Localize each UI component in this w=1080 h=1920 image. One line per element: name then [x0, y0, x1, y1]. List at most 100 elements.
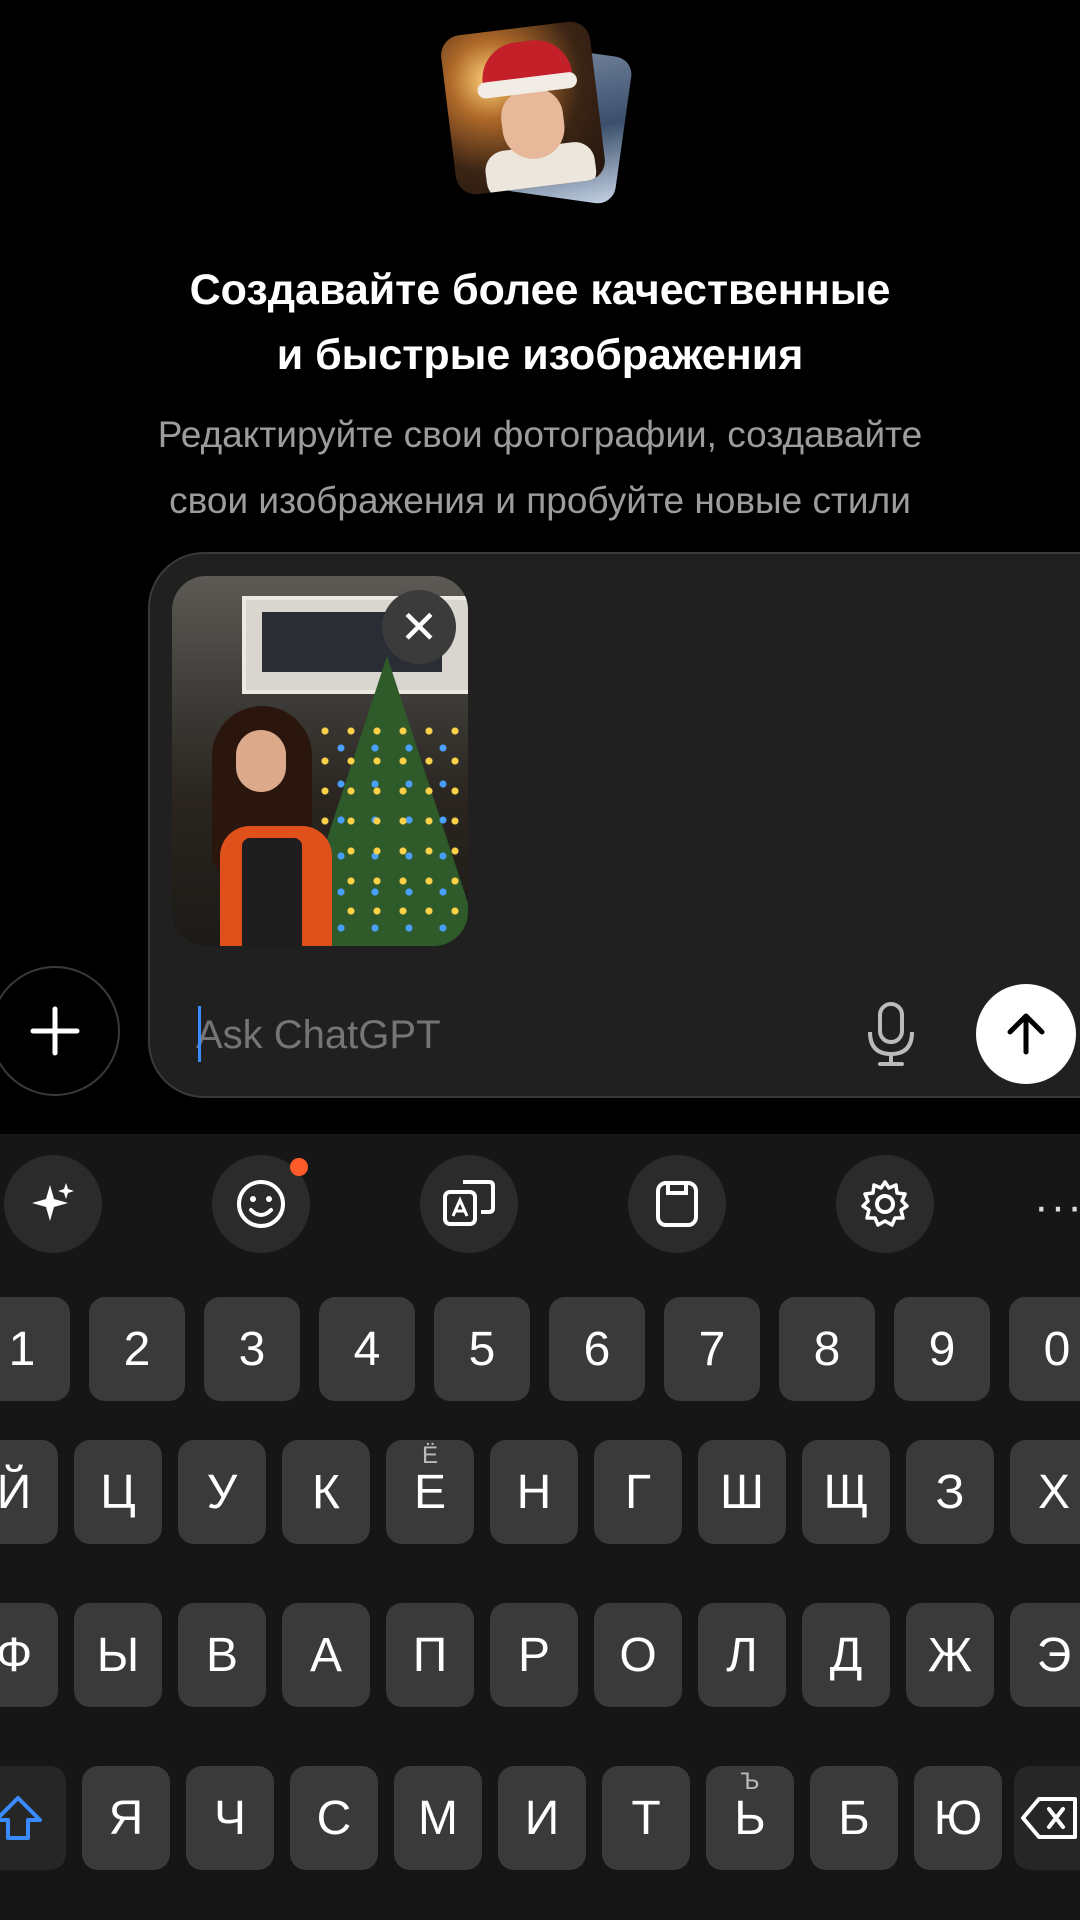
key-label: Щ	[823, 1465, 869, 1519]
key-Ж[interactable]: Ж	[906, 1603, 994, 1707]
remove-attachment-button[interactable]: ✕	[382, 590, 456, 664]
key-label: Ш	[720, 1465, 764, 1519]
key-Б[interactable]: Б	[810, 1766, 898, 1870]
key-П[interactable]: П	[386, 1603, 474, 1707]
microphone-button[interactable]	[866, 1002, 916, 1068]
key-К[interactable]: К	[282, 1440, 370, 1544]
prompt-input[interactable]	[196, 1005, 836, 1065]
plus-icon	[30, 1006, 80, 1056]
promo-subtitle: Редактируйте свои фотографии, создавайте…	[0, 402, 1080, 522]
emoji-icon	[237, 1180, 285, 1228]
key-1[interactable]: 1	[0, 1297, 70, 1401]
key-Ы[interactable]: Ы	[74, 1603, 162, 1707]
key-label: О	[619, 1628, 657, 1682]
arrow-up-icon	[1007, 1013, 1045, 1055]
clipboard-icon	[656, 1181, 698, 1227]
key-Г[interactable]: Г	[594, 1440, 682, 1544]
send-button[interactable]	[976, 984, 1076, 1084]
key-label: Ц	[100, 1465, 136, 1519]
close-icon: ✕	[399, 601, 439, 653]
key-label: Т	[631, 1791, 661, 1845]
key-Ч[interactable]: Ч	[186, 1766, 274, 1870]
key-Я[interactable]: Я	[82, 1766, 170, 1870]
key-label: Ф	[0, 1628, 33, 1682]
key-Ь[interactable]: ЬЪ	[706, 1766, 794, 1870]
key-5[interactable]: 5	[434, 1297, 530, 1401]
translate-button[interactable]	[420, 1155, 518, 1253]
key-Л[interactable]: Л	[698, 1603, 786, 1707]
promo-image	[438, 19, 634, 206]
key-М[interactable]: М	[394, 1766, 482, 1870]
key-label: Ы	[96, 1628, 140, 1682]
key-9[interactable]: 9	[894, 1297, 990, 1401]
key-label: В	[205, 1628, 238, 1682]
attach-lights	[312, 716, 462, 936]
key-label: Ж	[927, 1628, 973, 1682]
backspace-icon	[1021, 1797, 1077, 1839]
key-label: Ч	[214, 1791, 246, 1845]
key-З[interactable]: З	[906, 1440, 994, 1544]
keyboard-settings-button[interactable]	[836, 1155, 934, 1253]
promo-subtitle-line1: Редактируйте свои фотографии, создавайте	[157, 414, 923, 455]
key-label: У	[206, 1465, 238, 1519]
key-6[interactable]: 6	[549, 1297, 645, 1401]
key-Э[interactable]: Э	[1010, 1603, 1080, 1707]
promo-image-front	[438, 19, 608, 197]
promo-title-line1: Создавайте более качественные	[189, 266, 891, 314]
key-Ф[interactable]: Ф	[0, 1603, 58, 1707]
key-Ц[interactable]: Ц	[74, 1440, 162, 1544]
key-В[interactable]: В	[178, 1603, 266, 1707]
notification-dot	[290, 1158, 308, 1176]
clipboard-button[interactable]	[628, 1155, 726, 1253]
add-attachment-button[interactable]	[0, 966, 120, 1096]
backspace-key[interactable]	[1014, 1766, 1080, 1870]
key-Ю[interactable]: Ю	[914, 1766, 1002, 1870]
key-2[interactable]: 2	[89, 1297, 185, 1401]
key-3[interactable]: 3	[204, 1297, 300, 1401]
key-label: 1	[8, 1322, 36, 1376]
key-label: 6	[583, 1322, 611, 1376]
key-label: 2	[123, 1322, 151, 1376]
attach-face	[236, 730, 286, 792]
key-7[interactable]: 7	[664, 1297, 760, 1401]
key-Т[interactable]: Т	[602, 1766, 690, 1870]
key-И[interactable]: И	[498, 1766, 586, 1870]
key-label: Й	[0, 1465, 32, 1519]
promo-title-line2: и быстрые изображения	[276, 331, 804, 379]
key-О[interactable]: О	[594, 1603, 682, 1707]
key-А[interactable]: А	[282, 1603, 370, 1707]
key-Х[interactable]: Х	[1010, 1440, 1080, 1544]
key-0[interactable]: 0	[1009, 1297, 1080, 1401]
key-Р[interactable]: Р	[490, 1603, 578, 1707]
key-label: 0	[1043, 1322, 1071, 1376]
key-Щ[interactable]: Щ	[802, 1440, 890, 1544]
more-icon[interactable]: ···	[1034, 1182, 1080, 1232]
key-label: Я	[108, 1791, 144, 1845]
key-label: А	[309, 1628, 342, 1682]
key-label: 3	[238, 1322, 266, 1376]
key-Й[interactable]: Й	[0, 1440, 58, 1544]
shift-icon	[0, 1796, 42, 1840]
key-label: 8	[813, 1322, 841, 1376]
key-label: П	[412, 1628, 448, 1682]
key-Ш[interactable]: Ш	[698, 1440, 786, 1544]
key-У[interactable]: У	[178, 1440, 266, 1544]
promo-title: Создавайте более качественные и быстрые …	[0, 258, 1080, 388]
key-label: 9	[928, 1322, 956, 1376]
key-label: 5	[468, 1322, 496, 1376]
ai-tools-button[interactable]	[4, 1155, 102, 1253]
key-4[interactable]: 4	[319, 1297, 415, 1401]
key-label: Р	[517, 1628, 550, 1682]
shift-key[interactable]	[0, 1766, 66, 1870]
key-label: С	[316, 1791, 352, 1845]
key-8[interactable]: 8	[779, 1297, 875, 1401]
microphone-icon	[868, 1002, 914, 1066]
key-label: И	[524, 1791, 560, 1845]
attach-apron	[242, 838, 302, 946]
key-С[interactable]: С	[290, 1766, 378, 1870]
text-caret	[198, 1006, 201, 1062]
key-Е[interactable]: ЕЁ	[386, 1440, 474, 1544]
key-hint: Ё	[421, 1442, 439, 1469]
key-Н[interactable]: Н	[490, 1440, 578, 1544]
key-Д[interactable]: Д	[802, 1603, 890, 1707]
